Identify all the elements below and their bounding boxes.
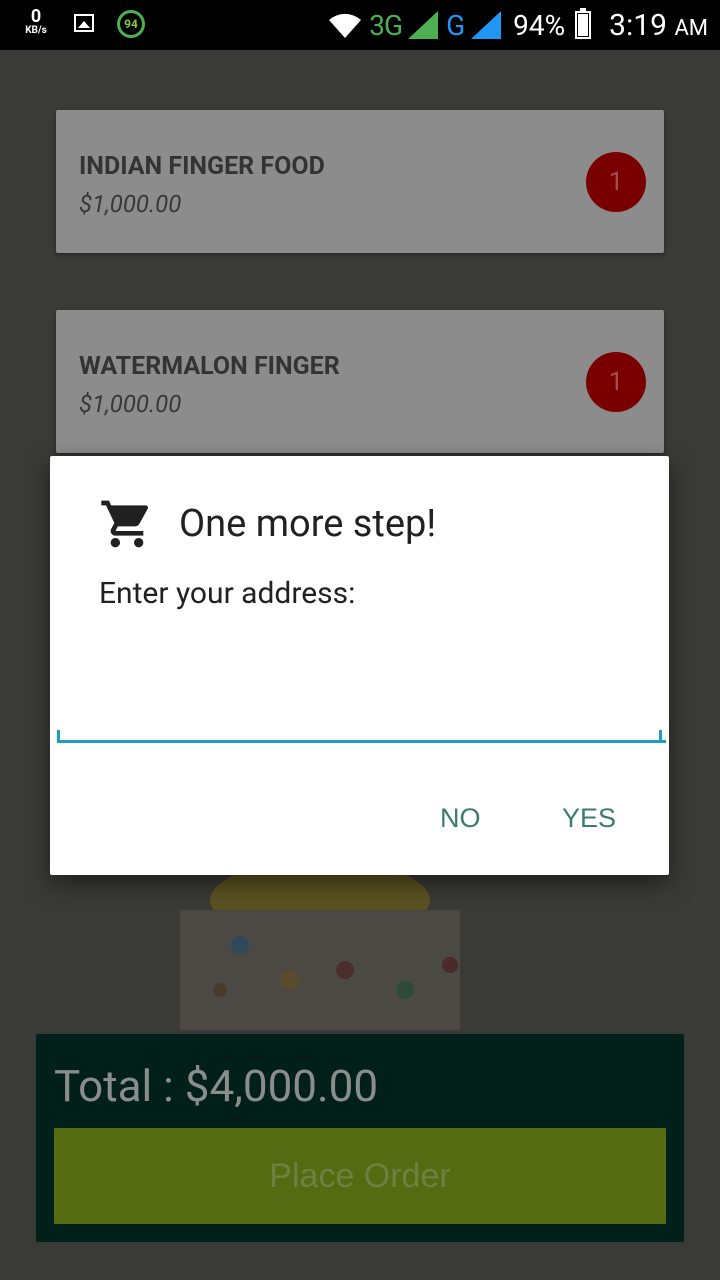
network-speed-unit: KB/s [25,25,47,36]
yes-button[interactable]: YES [556,802,622,835]
no-button[interactable]: NO [434,802,487,835]
place-order-button[interactable]: Place Order [54,1128,666,1224]
cart-item-quantity-badge: 1 [586,352,646,412]
signal-bars-blue-icon [471,11,502,39]
order-footer: Total : $4,000.00 Place Order [36,1034,684,1242]
cart-item[interactable]: WATERMALON FINGER $1,000.00 1 [56,310,664,453]
address-dialog: One more step! Enter your address: NO YE… [50,456,669,875]
total-amount: Total : $4,000.00 [54,1060,379,1112]
clock-time: 3:19 [609,7,667,43]
battery-icon [575,8,592,39]
dialog-message: Enter your address: [99,576,356,611]
clock: 3:19 AM [609,8,708,43]
network-speed: 0 KB/s [18,8,54,36]
network-g-label: G [446,8,466,42]
cart-item-quantity-badge: 1 [586,152,646,212]
network-3g-label: 3G [369,8,403,42]
network-speed-value: 0 [30,6,42,27]
dialog-title: One more step! [179,502,437,546]
cart-item-price: $1,000.00 [79,190,182,218]
clock-suffix: AM [674,15,708,41]
address-input[interactable] [57,626,666,743]
shopping-cart-icon [101,500,149,548]
signal-bars-green-icon [408,11,439,39]
cupcake-image [180,870,460,1030]
cart-item-price: $1,000.00 [79,390,182,418]
battery-percent: 94% [513,8,566,42]
cart-item-name: INDIAN FINGER FOOD [79,152,325,181]
status-bar: 0 KB/s 94 3G G 94% 3:19 AM [0,0,720,50]
cart-item[interactable]: INDIAN FINGER FOOD $1,000.00 1 [56,110,664,253]
notification-badge-icon: 94 [117,10,145,38]
wifi-icon [329,13,362,38]
gallery-icon [74,14,94,32]
cart-item-name: WATERMALON FINGER [79,352,340,381]
